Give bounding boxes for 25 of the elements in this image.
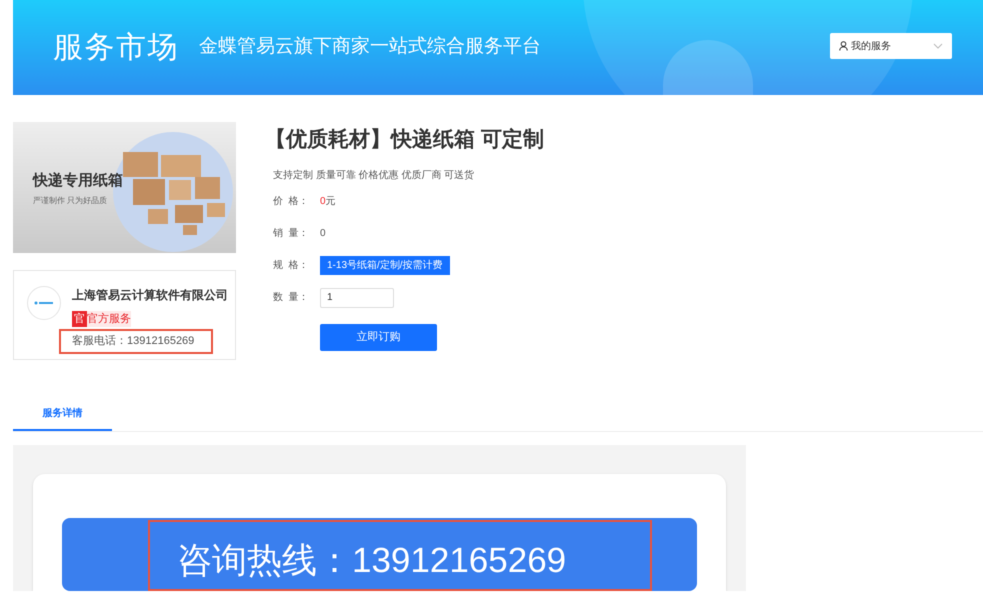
logo-icon	[34, 300, 54, 306]
buy-now-button[interactable]: 立即订购	[320, 324, 437, 350]
banner-subtitle: 严谨制作 只为好品质	[33, 194, 108, 206]
logo-text[interactable]: 服务市场	[53, 25, 179, 70]
product-title: 【优质耗材】快递纸箱 可定制	[265, 126, 544, 153]
my-services-dropdown[interactable]: 我的服务	[830, 33, 952, 59]
sales-value: 0	[320, 227, 326, 241]
price-value: 0元	[320, 195, 336, 209]
service-phone: 客服电话：13912165269	[59, 329, 213, 354]
product-tags: 支持定制 质量可靠 价格优惠 优质厂商 可送货	[273, 168, 544, 182]
tab[interactable]: 服务详情	[13, 398, 112, 431]
official-badge: 官	[72, 311, 87, 327]
field-label: 规 格：	[273, 258, 310, 273]
seller-name: 上海管易云计算软件有限公司	[72, 287, 228, 304]
slogan: 金蝶管易云旗下商家一站式综合服务平台	[199, 35, 541, 60]
quantity-input[interactable]: 1	[320, 288, 394, 308]
user-icon	[839, 41, 848, 51]
field-label: 数 量：	[273, 291, 310, 305]
banner-title: 快递专用纸箱	[33, 171, 123, 191]
field-label: 价 格：	[273, 194, 310, 209]
spec-option[interactable]: 1-13号纸箱/定制/按需计费	[320, 256, 450, 275]
chevron-down-icon	[933, 43, 943, 49]
field-label: 销 量：	[273, 227, 310, 241]
official-service-label: 官方服务	[87, 311, 131, 327]
hotline-text: 咨询热线：13912165269	[148, 520, 652, 591]
